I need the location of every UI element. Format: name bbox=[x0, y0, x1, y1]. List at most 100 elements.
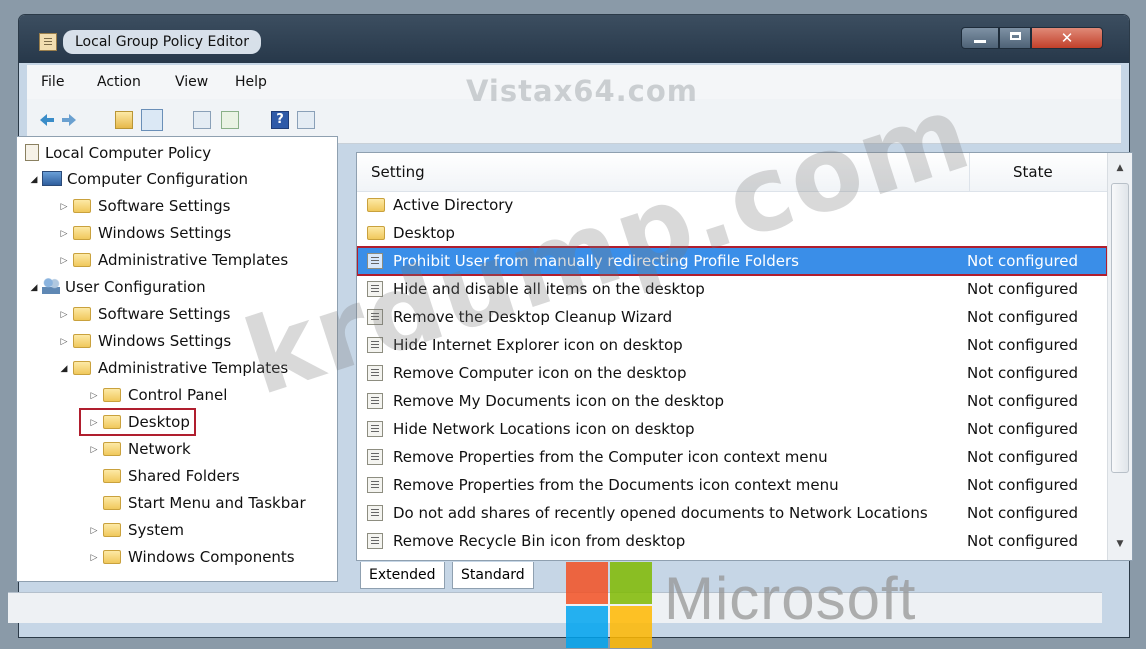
collapse-arrow-icon[interactable]: ◢ bbox=[59, 357, 69, 381]
folder-icon bbox=[73, 226, 91, 240]
tree-label: Software Settings bbox=[98, 305, 231, 323]
tree-item-system[interactable]: ▷ System bbox=[89, 518, 184, 542]
tab-extended[interactable]: Extended bbox=[360, 562, 445, 589]
settings-list: Setting State Active Directory Desktop Pro… bbox=[356, 152, 1133, 561]
column-header-setting[interactable]: Setting bbox=[371, 153, 425, 191]
forward-icon[interactable] bbox=[61, 111, 77, 129]
folder-icon bbox=[103, 469, 121, 483]
policy-row[interactable]: Remove Properties from the Computer icon… bbox=[357, 443, 1107, 471]
expand-arrow-icon[interactable]: ▷ bbox=[59, 222, 69, 246]
folder-icon bbox=[103, 442, 121, 456]
microsoft-wordmark: Microsoft bbox=[664, 565, 917, 632]
expand-arrow-icon[interactable]: ▷ bbox=[59, 195, 69, 219]
tab-standard[interactable]: Standard bbox=[452, 562, 534, 589]
folder-row[interactable]: Active Directory bbox=[357, 191, 1107, 219]
logo-square-red bbox=[566, 562, 608, 604]
tree-item-control-panel[interactable]: ▷ Control Panel bbox=[89, 383, 228, 408]
watermark-vistax64: Vistax64.com bbox=[466, 74, 698, 108]
policy-row[interactable]: Remove Computer icon on the desktop Not c… bbox=[357, 359, 1107, 387]
tree-label: User Configuration bbox=[65, 278, 206, 296]
tree-item-user-administrative-templates[interactable]: ◢ Administrative Templates bbox=[59, 356, 289, 381]
scrollbar-thumb[interactable] bbox=[1111, 183, 1129, 473]
setting-name: Desktop bbox=[393, 224, 455, 242]
expand-arrow-icon[interactable]: ▷ bbox=[89, 546, 99, 570]
expand-arrow-icon[interactable]: ▷ bbox=[59, 249, 69, 273]
tree-item-windows-settings[interactable]: ▷ Windows Settings bbox=[59, 221, 232, 246]
setting-name: Remove Properties from the Documents ico… bbox=[393, 476, 839, 494]
folder-icon bbox=[103, 388, 121, 402]
setting-name: Remove Properties from the Computer icon… bbox=[393, 448, 828, 466]
policy-row[interactable]: Remove the Desktop Cleanup Wizard Not con… bbox=[357, 303, 1107, 331]
policy-row[interactable]: Remove Recycle Bin icon from desktop Not … bbox=[357, 527, 1107, 555]
vertical-scrollbar[interactable]: ▲ ▼ bbox=[1107, 153, 1132, 560]
tree-item-user-software-settings[interactable]: ▷ Software Settings bbox=[59, 302, 231, 327]
tree-item-windows-components[interactable]: ▷ Windows Components bbox=[89, 545, 295, 569]
setting-name: Hide Network Locations icon on desktop bbox=[393, 420, 695, 438]
tree-item-user-windows-settings[interactable]: ▷ Windows Settings bbox=[59, 329, 232, 354]
setting-name: Remove Recycle Bin icon from desktop bbox=[393, 532, 686, 550]
help-icon[interactable]: ? bbox=[271, 111, 289, 129]
maximize-button[interactable] bbox=[999, 27, 1031, 49]
policy-row[interactable]: Do not add shares of recently opened doc… bbox=[357, 499, 1107, 527]
tree-item-administrative-templates[interactable]: ▷ Administrative Templates bbox=[59, 248, 289, 273]
menu-file[interactable]: File bbox=[41, 74, 64, 90]
menu-action[interactable]: Action bbox=[97, 74, 141, 90]
column-header-state[interactable]: State bbox=[1013, 153, 1053, 191]
expand-arrow-icon[interactable]: ▷ bbox=[89, 438, 99, 462]
tree-item-network[interactable]: ▷ Network bbox=[89, 437, 191, 461]
expand-arrow-icon[interactable]: ▷ bbox=[89, 411, 99, 435]
policy-row[interactable]: Remove Properties from the Documents ico… bbox=[357, 471, 1107, 499]
policy-row[interactable]: Hide Internet Explorer icon on desktop No… bbox=[357, 331, 1107, 359]
policy-setting-icon bbox=[367, 393, 383, 409]
tree-item-shared-folders[interactable]: Shared Folders bbox=[99, 464, 240, 488]
setting-state: Not configured bbox=[967, 532, 1079, 550]
show-hide-console-tree-icon[interactable] bbox=[141, 109, 163, 131]
properties-icon[interactable] bbox=[193, 111, 211, 129]
policy-row[interactable]: Remove My Documents icon on the desktop N… bbox=[357, 387, 1107, 415]
expand-arrow-icon[interactable]: ▷ bbox=[89, 519, 99, 543]
tree-item-desktop[interactable]: ▷ Desktop bbox=[79, 408, 196, 436]
close-button[interactable]: ✕ bbox=[1031, 27, 1103, 49]
tree-item-user-configuration[interactable]: ◢ User Configuration bbox=[29, 275, 206, 299]
title-bar[interactable]: Local Group Policy Editor ✕ bbox=[19, 15, 1129, 63]
setting-state: Not configured bbox=[967, 280, 1079, 298]
collapse-arrow-icon[interactable]: ◢ bbox=[29, 168, 39, 192]
setting-name: Remove Computer icon on the desktop bbox=[393, 364, 687, 382]
expand-arrow-icon[interactable]: ▷ bbox=[59, 330, 69, 354]
tree-item-start-menu-and-taskbar[interactable]: Start Menu and Taskbar bbox=[99, 491, 306, 515]
tree-label: System bbox=[128, 521, 184, 539]
collapse-arrow-icon[interactable]: ◢ bbox=[29, 276, 39, 300]
tree-item-computer-configuration[interactable]: ◢ Computer Configuration bbox=[29, 167, 249, 192]
folder-row[interactable]: Desktop bbox=[357, 219, 1107, 247]
minimize-button[interactable] bbox=[961, 27, 999, 49]
setting-state: Not configured bbox=[967, 392, 1079, 410]
setting-name: Do not add shares of recently opened doc… bbox=[393, 504, 928, 522]
folder-icon bbox=[73, 253, 91, 267]
computer-icon bbox=[42, 171, 62, 186]
policy-setting-icon bbox=[367, 477, 383, 493]
scroll-up-icon[interactable]: ▲ bbox=[1108, 163, 1132, 173]
menu-view[interactable]: View bbox=[175, 74, 208, 90]
setting-state: Not configured bbox=[967, 504, 1079, 522]
policy-row[interactable]: Prohibit User from manually redirecting … bbox=[357, 246, 1108, 276]
tree-item-software-settings[interactable]: ▷ Software Settings bbox=[59, 194, 231, 219]
setting-name: Hide Internet Explorer icon on desktop bbox=[393, 336, 683, 354]
filter-icon[interactable] bbox=[297, 111, 315, 129]
tree-label: Computer Configuration bbox=[67, 170, 249, 188]
expand-arrow-icon[interactable]: ▷ bbox=[89, 384, 99, 408]
tree-label: Windows Settings bbox=[98, 332, 232, 350]
policy-row[interactable]: Hide Network Locations icon on desktop No… bbox=[357, 415, 1107, 443]
back-icon[interactable] bbox=[39, 111, 55, 129]
column-divider[interactable] bbox=[969, 153, 970, 191]
up-one-level-icon[interactable] bbox=[115, 111, 133, 129]
policy-row[interactable]: Hide and disable all items on the deskto… bbox=[357, 275, 1107, 303]
setting-name: Active Directory bbox=[393, 196, 514, 214]
menu-help[interactable]: Help bbox=[235, 74, 267, 90]
scroll-down-icon[interactable]: ▼ bbox=[1108, 539, 1132, 549]
policy-icon bbox=[25, 144, 39, 161]
tree-item-local-computer-policy[interactable]: Local Computer Policy bbox=[19, 141, 211, 165]
setting-name: Remove the Desktop Cleanup Wizard bbox=[393, 308, 673, 326]
tree-label: Administrative Templates bbox=[98, 251, 289, 269]
export-list-icon[interactable] bbox=[221, 111, 239, 129]
expand-arrow-icon[interactable]: ▷ bbox=[59, 303, 69, 327]
